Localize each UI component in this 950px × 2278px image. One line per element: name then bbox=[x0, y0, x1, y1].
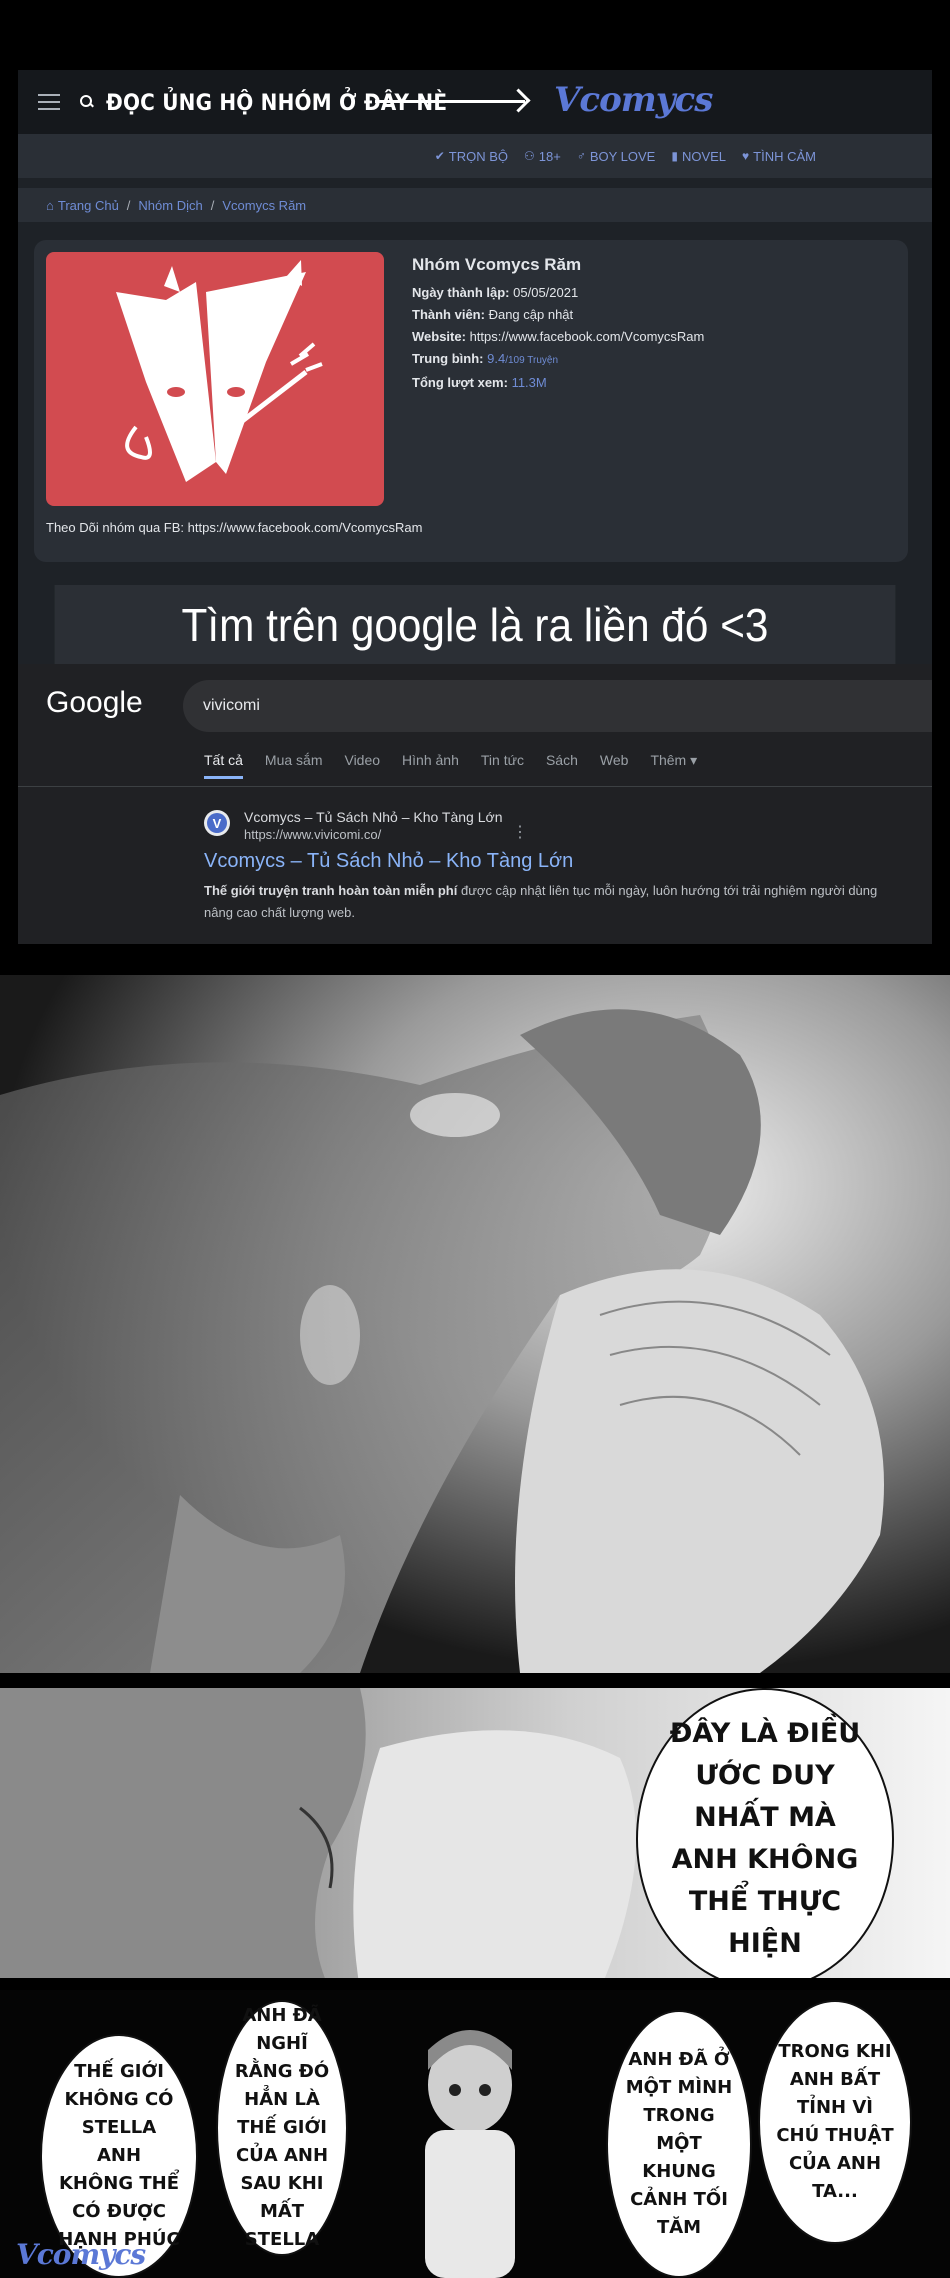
check-icon: ✔ bbox=[434, 149, 445, 163]
views-value: 11.3M bbox=[511, 375, 547, 390]
group-name: Nhóm Vcomycs Răm bbox=[412, 255, 582, 274]
heart-icon: ♥ bbox=[742, 149, 750, 163]
result-url[interactable]: https://www.vivicomi.co/ bbox=[244, 826, 502, 844]
result-site-name: Vcomycs – Tủ Sách Nhỏ – Kho Tàng Lớn bbox=[244, 809, 503, 825]
breadcrumb: ⌂ Trang Chủ / Nhóm Dịch / Vcomycs Răm bbox=[18, 188, 932, 222]
members-label: Thành viên: bbox=[412, 307, 485, 322]
people-icon: ⚇ bbox=[524, 149, 535, 163]
site-favicon-icon: V bbox=[204, 810, 230, 836]
search-icon[interactable] bbox=[80, 95, 94, 109]
more-options-icon[interactable]: ⋮ bbox=[512, 822, 528, 842]
tab-video[interactable]: Video bbox=[344, 752, 380, 779]
bubble-text: ĐÂY LÀ ĐIỀU ƯỚC DUY NHẤT MÀ ANH KHÔNG TH… bbox=[669, 1718, 861, 1959]
divider bbox=[18, 786, 932, 787]
nav-label: 18+ bbox=[538, 148, 561, 164]
nav-item-18plus[interactable]: ⚇ 18+ bbox=[524, 149, 561, 164]
tab-web[interactable]: Web bbox=[600, 752, 629, 779]
speech-bubble-wish: ĐÂY LÀ ĐIỀU ƯỚC DUY NHẤT MÀ ANH KHÔNG TH… bbox=[636, 1688, 894, 1978]
tab-books[interactable]: Sách bbox=[546, 752, 578, 779]
tab-more[interactable]: Thêm ▾ bbox=[650, 752, 697, 779]
result-desc-bold: Thế giới truyện tranh hoàn toàn miễn phí bbox=[204, 883, 458, 898]
nav-label: TÌNH CẢM bbox=[753, 148, 816, 164]
result-description: Thế giới truyện tranh hoàn toàn miễn phí… bbox=[204, 880, 884, 924]
nav-bar: ✔ TRỌN BỘ ⚇ 18+ ♂ BOY LOVE ▮ NOVEL ♥ TÌNH CẢM bbox=[18, 134, 932, 178]
manga-panel-2: ĐÂY LÀ ĐIỀU ƯỚC DUY NHẤT MÀ ANH KHÔNG TH… bbox=[0, 1682, 950, 1984]
result-title[interactable]: Vcomycs – Tủ Sách Nhỏ – Kho Tàng Lớn bbox=[204, 850, 573, 873]
breadcrumb-separator: / bbox=[210, 197, 215, 213]
follow-text[interactable]: Theo Dõi nhóm qua FB: https://www.facebo… bbox=[46, 520, 422, 535]
breadcrumb-home[interactable]: Trang Chủ bbox=[58, 198, 119, 213]
tab-shopping[interactable]: Mua sắm bbox=[265, 752, 323, 779]
founded-label: Ngày thành lập: bbox=[412, 285, 510, 300]
google-search-input[interactable]: vivicomi bbox=[183, 680, 932, 732]
nav-item-boy-love[interactable]: ♂ BOY LOVE bbox=[577, 149, 656, 164]
avg-value: 9.4 bbox=[487, 351, 506, 366]
manga-panel-3: THẾ GIỚI KHÔNG CÓ STELLA ANH KHÔNG THỂ C… bbox=[0, 1990, 950, 2278]
group-card: Nhóm Vcomycs Răm Ngày thành lập: 05/05/2… bbox=[34, 240, 908, 562]
google-tabs: Tất cả Mua sắm Video Hình ảnh Tin tức Sá… bbox=[204, 752, 697, 779]
tab-images[interactable]: Hình ảnh bbox=[402, 752, 459, 779]
bubble-text: TRONG KHI ANH BẤT TỈNH VÌ CHÚ THUẬT CỦA … bbox=[776, 2041, 894, 2202]
male-icon: ♂ bbox=[576, 149, 586, 163]
bubble-text: THẾ GIỚI KHÔNG CÓ STELLA ANH KHÔNG THỂ C… bbox=[58, 2061, 180, 2250]
nav-item-novel[interactable]: ▮ NOVEL bbox=[671, 149, 726, 164]
nav-label: TRỌN BỘ bbox=[448, 148, 508, 164]
founded-value: 05/05/2021 bbox=[513, 285, 579, 300]
website-label: Website: bbox=[412, 329, 466, 344]
nav-label: BOY LOVE bbox=[589, 148, 656, 164]
members-value: Đang cập nhật bbox=[488, 307, 574, 322]
devil-v-logo-icon bbox=[116, 260, 323, 482]
views-label: Tổng lượt xem: bbox=[412, 375, 508, 390]
google-logo: Google bbox=[46, 686, 143, 719]
nav-item-tinh-cam[interactable]: ♥ TÌNH CẢM bbox=[742, 149, 816, 164]
nav-item-tron-bo[interactable]: ✔ TRỌN BỘ bbox=[435, 149, 508, 164]
breadcrumb-separator: / bbox=[126, 197, 131, 213]
google-hint-banner: Tìm trên google là ra liền đó <3 bbox=[54, 585, 896, 664]
website-link[interactable]: https://www.facebook.com/VcomycsRam bbox=[470, 329, 705, 344]
group-info: Nhóm Vcomycs Răm Ngày thành lập: 05/05/2… bbox=[412, 254, 704, 394]
menu-icon[interactable] bbox=[38, 94, 60, 110]
top-bar: ĐỌC ỦNG HỘ NHÓM Ở ĐÂY NÈ Vcomycs bbox=[18, 70, 932, 134]
home-icon: ⌂ bbox=[46, 197, 54, 213]
bubble-text: ANH ĐÃ Ở MỘT MÌNH TRONG MỘT KHUNG CẢNH T… bbox=[625, 2049, 733, 2238]
avg-label: Trung bình: bbox=[412, 351, 484, 366]
breadcrumb-current[interactable]: Vcomycs Răm bbox=[222, 198, 306, 213]
watermark-logo: Vcomycs bbox=[16, 2238, 146, 2271]
kiss-illustration bbox=[0, 975, 950, 1673]
avg-count: /109 Truyện bbox=[505, 355, 558, 366]
nav-label: NOVEL bbox=[681, 148, 727, 164]
speech-bubble-thought: ANH ĐÃ NGHĨ RẰNG ĐÓ HẲN LÀ THẾ GIỚI CỦA … bbox=[216, 2000, 348, 2256]
result-site: Vcomycs – Tủ Sách Nhỏ – Kho Tàng Lớn htt… bbox=[244, 808, 502, 844]
arrow-right-icon bbox=[375, 100, 525, 103]
speech-bubble-alone: ANH ĐÃ Ở MỘT MÌNH TRONG MỘT KHUNG CẢNH T… bbox=[606, 2010, 752, 2278]
speech-bubble-unconscious: TRONG KHI ANH BẤT TỈNH VÌ CHÚ THUẬT CỦA … bbox=[758, 2000, 912, 2244]
website-screenshot: ĐỌC ỦNG HỘ NHÓM Ở ĐÂY NÈ Vcomycs ✔ TRỌN B… bbox=[18, 70, 932, 944]
tab-all[interactable]: Tất cả bbox=[204, 752, 243, 779]
tab-news[interactable]: Tin tức bbox=[481, 752, 524, 779]
breadcrumb-groups[interactable]: Nhóm Dịch bbox=[138, 198, 202, 213]
manga-panel-1 bbox=[0, 975, 950, 1673]
google-search-screenshot: Google vivicomi Tất cả Mua sắm Video Hìn… bbox=[18, 664, 932, 944]
site-logo[interactable]: Vcomycs bbox=[554, 80, 713, 120]
book-icon: ▮ bbox=[671, 149, 678, 163]
group-avatar bbox=[46, 252, 384, 506]
bubble-text: ANH ĐÃ NGHĨ RẰNG ĐÓ HẲN LÀ THẾ GIỚI CỦA … bbox=[234, 2005, 330, 2250]
